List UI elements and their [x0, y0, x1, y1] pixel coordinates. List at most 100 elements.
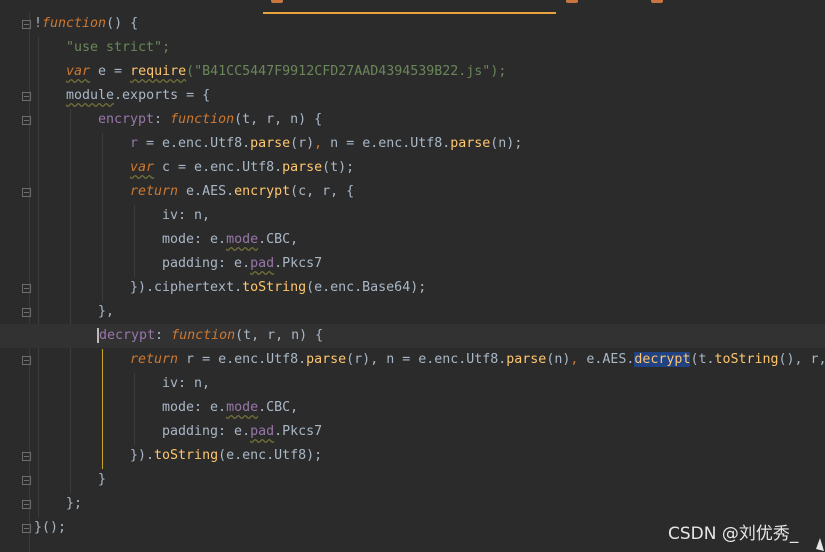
code-token: : e.: [194, 400, 227, 415]
code-token: var: [130, 160, 155, 175]
code-line-content: "use strict";: [66, 36, 170, 60]
code-token: e.AES.: [578, 352, 635, 367]
code-line[interactable]: padding: e.pad.Pkcs7: [0, 420, 825, 444]
code-line-content: padding: e.pad.Pkcs7: [162, 420, 322, 444]
code-token: .Pkcs7: [274, 424, 323, 439]
code-token: mode: [226, 400, 259, 415]
code-token: }();: [34, 520, 67, 535]
code-token: function: [171, 328, 236, 343]
code-line-content: iv: n,: [162, 372, 210, 396]
code-line[interactable]: var c = e.enc.Utf8.parse(t);: [0, 156, 825, 180]
code-line-content: }).ciphertext.toString(e.enc.Base64);: [130, 276, 426, 300]
code-line[interactable]: iv: n,: [0, 204, 825, 228]
code-line-content: mode: e.mode.CBC,: [162, 396, 298, 420]
code-token: parse: [250, 136, 291, 151]
code-line-content: mode: e.mode.CBC,: [162, 228, 298, 252]
code-token: : e.: [218, 424, 251, 439]
code-token: }: [98, 472, 107, 487]
code-token: parse: [282, 160, 323, 175]
code-token: module: [66, 88, 115, 103]
code-token: (t, r, n) {: [234, 112, 323, 127]
code-token: e =: [90, 64, 131, 79]
code-token: c = e.enc.Utf8.: [154, 160, 283, 175]
code-line[interactable]: }: [0, 468, 825, 492]
code-token: parse: [506, 352, 547, 367]
code-editor[interactable]: !function() {"use strict"; var e = requir…: [0, 0, 825, 552]
code-line[interactable]: !function() {: [0, 12, 825, 36]
code-token: require: [130, 64, 187, 79]
code-token: (e.enc.Base64);: [306, 280, 427, 295]
code-line-content: var c = e.enc.Utf8.parse(t);: [130, 156, 354, 180]
code-line[interactable]: module.exports = {: [0, 84, 825, 108]
code-token: return: [130, 184, 179, 199]
code-line[interactable]: "use strict";: [0, 36, 825, 60]
code-line-content: }();: [34, 516, 66, 540]
code-token: e.AES.: [178, 184, 235, 199]
code-line-content: };: [66, 492, 82, 516]
code-token: (r): [290, 136, 315, 151]
code-token: }).ciphertext.: [130, 280, 243, 295]
code-token: : n,: [178, 208, 211, 223]
code-line-content: r = e.enc.Utf8.parse(r), n = e.enc.Utf8.…: [130, 132, 522, 156]
code-token: (t);: [322, 160, 355, 175]
code-token: encrypt: [98, 112, 155, 127]
code-token: return: [130, 352, 179, 367]
code-line[interactable]: },: [0, 300, 825, 324]
code-token: .exports = {: [114, 88, 211, 103]
code-line[interactable]: }).toString(e.enc.Utf8);: [0, 444, 825, 468]
code-token: = e.enc.Utf8.: [138, 136, 251, 151]
code-line[interactable]: };: [0, 492, 825, 516]
code-token: : e.: [218, 256, 251, 271]
code-token: padding: [162, 256, 219, 271]
code-line-content: return e.AES.encrypt(c, r, {: [130, 180, 354, 204]
code-token: (t, r, n) {: [235, 328, 324, 343]
code-token: r = e.enc.Utf8.: [178, 352, 307, 367]
code-token: decrypt: [634, 352, 691, 367]
code-line[interactable]: r = e.enc.Utf8.parse(r), n = e.enc.Utf8.…: [0, 132, 825, 156]
code-token: "use strict";: [66, 40, 171, 55]
code-line-content: module.exports = {: [66, 84, 210, 108]
code-line[interactable]: return e.AES.encrypt(c, r, {: [0, 180, 825, 204]
code-token: .CBC,: [258, 232, 299, 247]
code-token: toString: [242, 280, 307, 295]
code-token: },: [98, 304, 115, 319]
code-line-content: },: [98, 300, 114, 324]
code-token: (n): [546, 352, 571, 367]
code-line[interactable]: decrypt: function(t, r, n) {: [0, 324, 825, 348]
code-token: iv: [162, 376, 179, 391]
code-token: !: [34, 16, 43, 31]
code-token: pad: [250, 256, 275, 271]
code-line[interactable]: mode: e.mode.CBC,: [0, 228, 825, 252]
code-token: (c, r, {: [290, 184, 355, 199]
code-token: (), r,: [778, 352, 825, 367]
code-token: mode: [226, 232, 259, 247]
code-token: .CBC,: [258, 400, 299, 415]
code-token: padding: [162, 424, 219, 439]
code-token: }).: [130, 448, 155, 463]
code-line[interactable]: var e = require("B41CC5447F9912CFD27AAD4…: [0, 60, 825, 84]
code-line-content: }: [98, 468, 106, 492]
code-line[interactable]: encrypt: function(t, r, n) {: [0, 108, 825, 132]
code-token: function: [42, 16, 107, 31]
code-token: parse: [450, 136, 491, 151]
code-line-content: decrypt: function(t, r, n) {: [97, 324, 324, 348]
code-line[interactable]: }).ciphertext.toString(e.enc.Base64);: [0, 276, 825, 300]
code-line[interactable]: iv: n,: [0, 372, 825, 396]
code-token: (r), n = e.enc.Utf8.: [346, 352, 507, 367]
code-line[interactable]: mode: e.mode.CBC,: [0, 396, 825, 420]
code-token: };: [66, 496, 83, 511]
code-token: ("B41CC5447F9912CFD27AAD4394539B22.js");: [186, 64, 507, 79]
code-token: () {: [106, 16, 139, 31]
code-line[interactable]: }();: [0, 516, 825, 540]
code-token: encrypt: [234, 184, 291, 199]
code-line[interactable]: return r = e.enc.Utf8. parse(r), n = e.en…: [0, 348, 825, 372]
code-token: r: [130, 136, 139, 151]
code-line-content: }).toString(e.enc.Utf8);: [130, 444, 322, 468]
code-token: iv: [162, 208, 179, 223]
code-token: : n,: [178, 376, 211, 391]
code-line[interactable]: padding: e.pad.Pkcs7: [0, 252, 825, 276]
code-token: mode: [162, 232, 195, 247]
code-token: toString: [154, 448, 219, 463]
code-token: :: [155, 328, 172, 343]
code-token: ,: [314, 136, 323, 151]
